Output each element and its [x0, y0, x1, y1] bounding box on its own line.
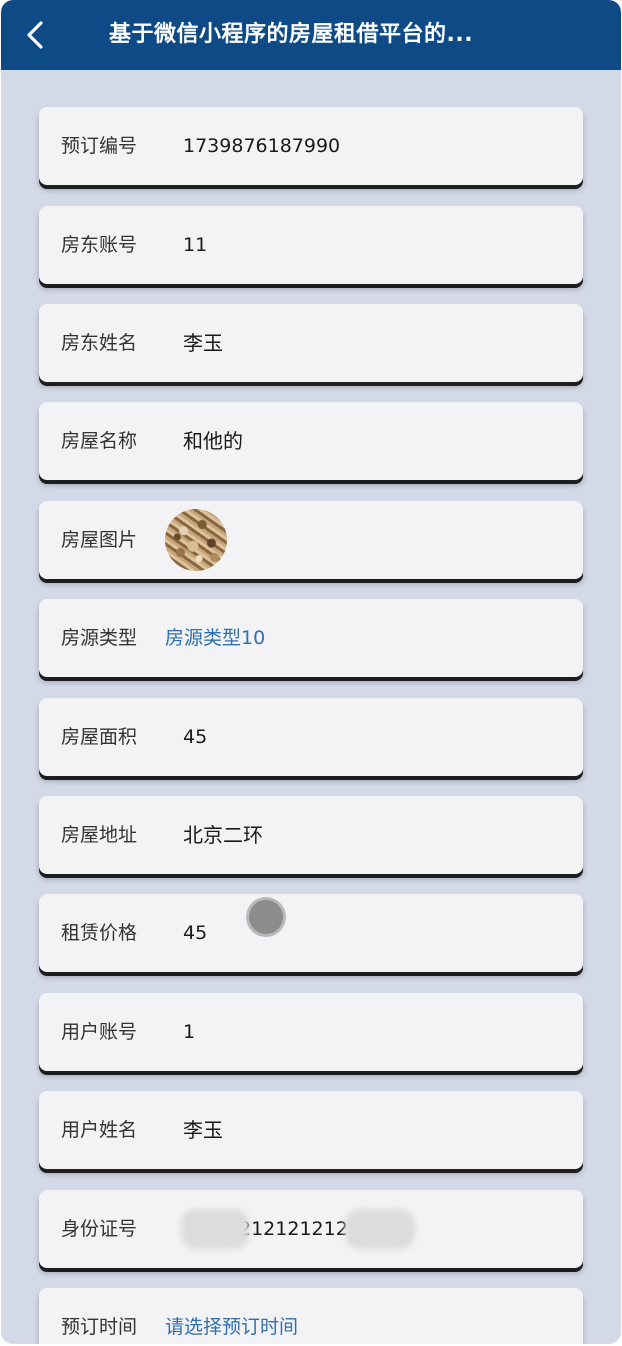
field-label: 房屋名称	[61, 430, 138, 452]
field-label: 用户姓名	[61, 1119, 138, 1141]
property-type-link[interactable]: 房源类型10	[165, 599, 265, 677]
field-value: 1739876187990	[183, 135, 341, 157]
house-image-thumbnail[interactable]	[165, 509, 227, 571]
privacy-blur	[181, 1209, 249, 1249]
field-house-area: 房屋面积 45	[39, 698, 583, 776]
privacy-blur	[345, 1209, 415, 1249]
field-label: 房屋面积	[61, 726, 138, 748]
field-house-name: 房屋名称 和他的	[39, 402, 583, 480]
detail-list: 预订编号 1739876187990 房东账号 11 房东姓名 李玉 房屋名称 …	[1, 70, 621, 1344]
field-value: 45	[183, 922, 208, 944]
field-value: 和他的	[183, 429, 243, 453]
field-label: 预订时间	[61, 1316, 138, 1338]
field-label: 房东账号	[61, 234, 138, 256]
field-label: 预订编号	[61, 135, 138, 157]
field-rental-price: 租赁价格 45	[39, 894, 583, 972]
touch-indicator	[249, 900, 283, 934]
field-label: 房屋地址	[61, 824, 138, 846]
field-value: 212121212	[239, 1218, 348, 1240]
field-label: 房东姓名	[61, 332, 138, 354]
field-house-address: 房屋地址 北京二环	[39, 796, 583, 874]
field-value: 北京二环	[183, 823, 263, 847]
field-label: 租赁价格	[61, 922, 138, 944]
field-booking-time[interactable]: 预订时间 请选择预订时间	[39, 1288, 583, 1344]
field-value: 1	[183, 1021, 196, 1043]
field-property-type: 房源类型 房源类型10	[39, 599, 583, 677]
field-value: 11	[183, 234, 208, 256]
field-id-number: 身份证号 212121212	[39, 1190, 583, 1268]
field-house-image: 房屋图片	[39, 501, 583, 579]
field-user-name: 用户姓名 李玉	[39, 1091, 583, 1169]
field-label: 房源类型	[61, 627, 138, 649]
booking-time-picker[interactable]: 请选择预订时间	[165, 1288, 298, 1344]
page-title: 基于微信小程序的房屋租借平台的...	[109, 22, 474, 47]
field-label: 身份证号	[61, 1218, 138, 1240]
field-value: 李玉	[183, 1118, 223, 1142]
field-booking-number: 预订编号 1739876187990	[39, 107, 583, 185]
field-label: 用户账号	[61, 1021, 138, 1043]
back-button[interactable]	[15, 15, 55, 55]
field-label: 房屋图片	[61, 529, 138, 551]
field-user-account: 用户账号 1	[39, 993, 583, 1071]
field-value: 45	[183, 726, 208, 748]
nav-bar: 基于微信小程序的房屋租借平台的...	[1, 0, 621, 70]
field-landlord-name: 房东姓名 李玉	[39, 304, 583, 382]
chevron-left-icon	[27, 21, 43, 49]
field-landlord-account: 房东账号 11	[39, 206, 583, 284]
phone-screen: 基于微信小程序的房屋租借平台的... 预订编号 1739876187990 房东…	[1, 0, 621, 1344]
field-value: 李玉	[183, 331, 223, 355]
